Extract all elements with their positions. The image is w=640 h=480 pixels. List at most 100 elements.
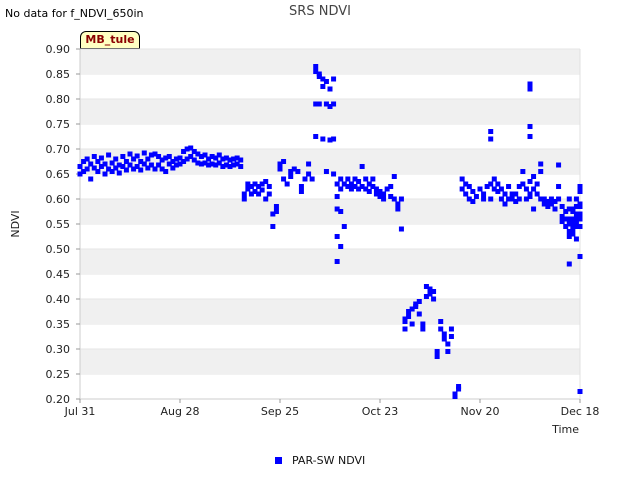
data-point [338, 209, 344, 214]
data-point [298, 189, 304, 194]
data-point [434, 349, 440, 354]
data-point [434, 354, 440, 359]
legend-swatch [275, 457, 282, 464]
data-point [166, 154, 172, 159]
data-point [566, 196, 572, 202]
data-point [466, 184, 472, 189]
data-point [391, 174, 397, 179]
x-tick-label: Aug 28 [161, 405, 200, 418]
y-tick-label: 0.25 [46, 368, 71, 381]
data-point [506, 184, 512, 189]
data-point [520, 169, 526, 174]
data-point [323, 79, 329, 84]
data-point [102, 171, 108, 177]
data-point [416, 311, 422, 317]
data-point [441, 331, 447, 337]
grid-band [80, 49, 580, 74]
data-point [320, 136, 326, 142]
data-point [459, 186, 465, 192]
data-point [341, 224, 347, 229]
data-point [438, 319, 444, 324]
x-tick-label: Nov 20 [461, 405, 500, 418]
data-point [441, 336, 447, 342]
data-point [309, 176, 315, 182]
data-point [406, 314, 412, 319]
data-point [577, 204, 583, 209]
data-point [531, 206, 537, 212]
data-point [395, 201, 401, 207]
data-point [91, 154, 97, 159]
y-tick-label: 0.90 [46, 43, 71, 56]
data-point [316, 101, 322, 107]
y-tick-label: 0.60 [46, 193, 71, 206]
data-point [420, 326, 426, 332]
data-point [577, 254, 583, 259]
data-point [334, 234, 340, 239]
data-point [259, 187, 265, 193]
data-point [288, 174, 294, 179]
y-tick-label: 0.85 [46, 68, 71, 81]
data-point [577, 184, 583, 189]
data-point [106, 152, 112, 158]
data-point [402, 326, 408, 332]
data-point [295, 169, 301, 174]
data-point [470, 199, 476, 204]
data-point [527, 179, 533, 184]
data-point [381, 196, 387, 202]
data-point [491, 176, 497, 182]
data-point [527, 81, 533, 87]
grid-band [80, 299, 580, 324]
data-point [398, 196, 404, 202]
data-point [334, 259, 340, 264]
data-point [334, 194, 340, 199]
data-point [438, 326, 444, 332]
data-point [516, 196, 522, 202]
data-point [513, 191, 519, 197]
grid-band [80, 349, 580, 374]
data-point [502, 191, 508, 197]
data-point [431, 289, 437, 294]
data-point [481, 196, 487, 202]
data-point [420, 321, 426, 327]
chart-page: No data for f_NDVI_650in SRS NDVI MB_tul… [0, 0, 640, 480]
data-point [313, 64, 319, 69]
data-point [327, 86, 333, 92]
data-point [370, 176, 376, 182]
data-point [520, 181, 526, 187]
data-point [273, 204, 279, 209]
data-point [495, 181, 501, 187]
y-axis-ticks: 0.200.250.300.350.400.450.500.550.600.65… [46, 43, 80, 406]
data-point [473, 194, 479, 199]
data-point [577, 216, 583, 222]
data-point [395, 206, 401, 212]
data-point [538, 169, 544, 174]
data-point [577, 224, 583, 229]
legend-label: PAR-SW NDVI [292, 454, 365, 467]
data-point [577, 389, 583, 394]
x-tick-label: Dec 18 [561, 405, 600, 418]
data-point [498, 196, 504, 202]
data-point [134, 153, 140, 159]
data-point [359, 164, 365, 169]
ndvi-scatter-chart: 0.200.250.300.350.400.450.500.550.600.65… [9, 43, 600, 467]
data-point [577, 189, 583, 194]
data-point [463, 191, 469, 197]
data-point [281, 176, 287, 182]
data-point [531, 174, 537, 179]
data-point [241, 191, 247, 197]
data-point [552, 206, 558, 212]
data-point [409, 321, 415, 327]
data-point [88, 176, 94, 182]
grid-bands [80, 48, 580, 375]
data-point [338, 186, 344, 192]
y-tick-label: 0.50 [46, 243, 71, 256]
data-point [238, 164, 244, 169]
data-point [141, 150, 147, 156]
y-tick-label: 0.80 [46, 93, 71, 106]
data-point [120, 154, 126, 159]
data-point [527, 124, 533, 129]
data-point [488, 181, 494, 187]
data-point [281, 159, 287, 164]
data-point [538, 161, 544, 167]
data-point [266, 184, 272, 189]
